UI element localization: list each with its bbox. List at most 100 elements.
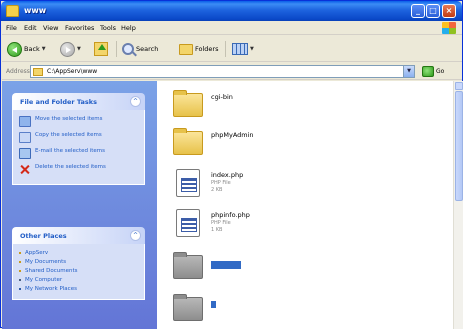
folders-icon (179, 43, 193, 55)
file-folder-tasks-panel: File and Folder Tasks ^ Move the selecte… (12, 93, 145, 185)
folder-icon (173, 128, 203, 155)
folder-icon (33, 68, 43, 76)
go-arrow-icon (422, 66, 434, 77)
back-label: Back (24, 45, 40, 53)
item-name: index.php (211, 171, 244, 179)
panel-title: File and Folder Tasks (20, 98, 97, 106)
search-label: Search (136, 45, 159, 53)
place-label: AppServ (25, 250, 49, 256)
panel-header[interactable]: Other Places ^ (12, 227, 145, 244)
task-copy[interactable]: Copy the selected items (19, 132, 138, 143)
toolbar-divider (225, 41, 226, 57)
list-item[interactable]: phpinfo.php PHP File 1 KB (173, 207, 443, 243)
item-name: phpMyAdmin (211, 131, 254, 139)
window-title: www (24, 6, 47, 15)
search-button[interactable]: Search (122, 40, 158, 58)
task-email[interactable]: E-mail the selected items (19, 148, 138, 159)
php-file-icon (176, 209, 200, 237)
task-label: Move the selected items (35, 116, 103, 122)
folders-label: Folders (195, 45, 219, 53)
scrollbar-thumb[interactable] (455, 91, 463, 201)
menu-view[interactable]: View (43, 24, 58, 32)
menu-help[interactable]: Help (121, 24, 136, 32)
list-item[interactable]: cgi-bin (173, 89, 443, 125)
panel-header[interactable]: File and Folder Tasks ^ (12, 93, 145, 110)
list-item[interactable]: phpMyAdmin (173, 127, 443, 163)
panel-body: AppServ My Documents Shared Documents My… (12, 244, 145, 300)
php-file-icon (176, 169, 200, 197)
address-input[interactable]: C:\AppServ\www ▼ (30, 65, 415, 78)
address-path[interactable]: C:\AppServ\www (47, 68, 97, 75)
copy-icon (19, 132, 31, 143)
folder-icon (173, 252, 203, 279)
chevron-down-icon[interactable]: ▼ (403, 66, 414, 77)
task-label: Copy the selected items (35, 132, 102, 138)
chevron-down-icon[interactable]: ▼ (250, 46, 254, 52)
go-button[interactable]: Go (422, 66, 444, 77)
item-name-selected[interactable] (211, 261, 241, 269)
list-item[interactable]: index.php PHP File 2 KB (173, 167, 443, 203)
place-appserv[interactable]: AppServ (19, 250, 138, 256)
other-places-panel: Other Places ^ AppServ My Documents Shar… (12, 227, 145, 300)
list-item[interactable] (173, 293, 443, 329)
explorer-window: www _ □ × File Edit View Favorites Tools… (0, 0, 463, 329)
forward-button[interactable]: ▼ (60, 40, 81, 58)
forward-arrow-icon (60, 41, 75, 57)
item-size: 2 KB (211, 187, 223, 193)
task-label: E-mail the selected items (35, 148, 106, 154)
menu-file[interactable]: File (6, 24, 17, 32)
go-label: Go (436, 68, 445, 75)
chevron-down-icon[interactable]: ▼ (77, 46, 81, 52)
item-name: cgi-bin (211, 93, 233, 101)
maximize-button[interactable]: □ (426, 4, 440, 18)
place-network[interactable]: My Network Places (19, 286, 138, 292)
move-icon (19, 116, 31, 127)
minimize-button[interactable]: _ (411, 4, 425, 18)
address-bar: Address C:\AppServ\www ▼ Go (2, 63, 462, 80)
chevron-up-icon[interactable]: ^ (130, 96, 141, 107)
place-label: My Computer (25, 277, 63, 283)
place-label: My Network Places (25, 286, 77, 292)
place-label: My Documents (25, 259, 67, 265)
folders-button[interactable]: Folders (179, 40, 218, 58)
place-my-computer[interactable]: My Computer (19, 277, 138, 283)
vertical-scrollbar[interactable] (453, 81, 463, 329)
close-button[interactable]: × (442, 4, 456, 18)
task-delete[interactable]: Delete the selected items (19, 164, 138, 175)
list-item-selected[interactable] (173, 251, 443, 287)
task-pane: File and Folder Tasks ^ Move the selecte… (2, 81, 157, 329)
task-move[interactable]: Move the selected items (19, 116, 138, 127)
file-list: cgi-bin phpMyAdmin index.php PHP File 2 … (157, 81, 453, 329)
folder-icon (173, 90, 203, 117)
email-icon (19, 148, 31, 159)
menu-tools[interactable]: Tools (100, 24, 116, 32)
toolbar-divider (116, 41, 117, 57)
windows-logo-icon (442, 22, 456, 34)
chevron-down-icon[interactable]: ▼ (42, 46, 46, 52)
chevron-up-icon[interactable]: ^ (130, 230, 141, 241)
title-bar[interactable]: www _ □ × (1, 1, 462, 21)
item-type: PHP File (211, 180, 231, 186)
folder-icon (19, 252, 21, 254)
menu-edit[interactable]: Edit (24, 24, 37, 32)
back-button[interactable]: Back ▼ (7, 40, 46, 58)
place-my-documents[interactable]: My Documents (19, 259, 138, 265)
views-button[interactable]: ▼ (232, 40, 254, 58)
folder-icon (19, 270, 21, 272)
folder-icon (173, 294, 203, 321)
folder-icon (19, 261, 21, 263)
network-icon (19, 288, 21, 290)
folder-icon (6, 5, 19, 17)
scroll-up-button[interactable] (455, 82, 463, 90)
item-size: 1 KB (211, 227, 223, 233)
item-name: phpinfo.php (211, 211, 250, 219)
back-arrow-icon (7, 41, 22, 57)
place-shared-documents[interactable]: Shared Documents (19, 268, 138, 274)
up-button[interactable] (94, 40, 108, 58)
address-label: Address (6, 68, 30, 75)
menu-favorites[interactable]: Favorites (65, 24, 94, 32)
place-label: Shared Documents (25, 268, 78, 274)
item-type: PHP File (211, 220, 231, 226)
task-label: Delete the selected items (35, 164, 106, 170)
panel-body: Move the selected items Copy the selecte… (12, 110, 145, 185)
